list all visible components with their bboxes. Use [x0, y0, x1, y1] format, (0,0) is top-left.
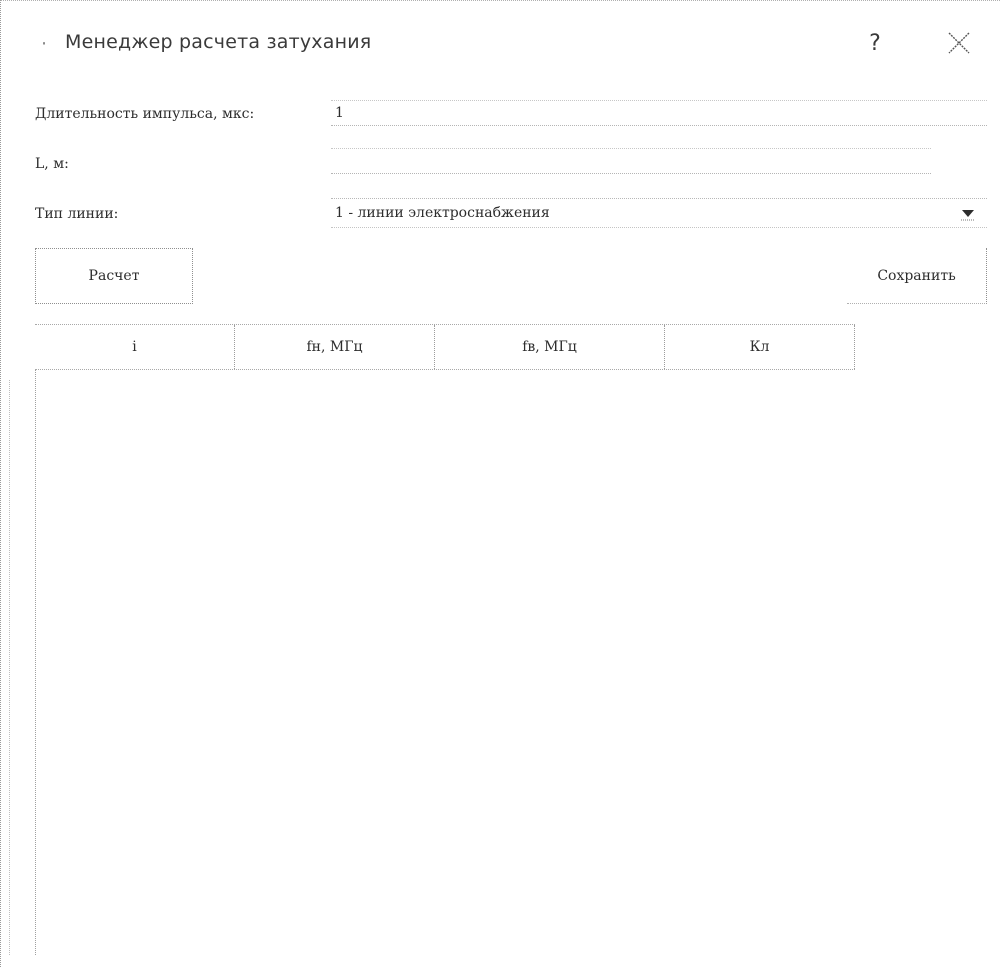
title-bar: · Менеджер расчета затухания ?	[1, 0, 1001, 91]
length-input[interactable]	[331, 148, 931, 174]
column-header-kl[interactable]: Кл	[665, 325, 855, 369]
calculate-button[interactable]: Расчет	[35, 248, 193, 304]
length-label: L, м:	[35, 156, 69, 172]
chevron-down-icon	[961, 210, 975, 221]
app-icon: ·	[41, 33, 48, 55]
help-button[interactable]: ?	[857, 25, 893, 61]
column-header-f-high[interactable]: fв, МГц	[435, 325, 665, 369]
results-table-header: i fн, МГц fв, МГц Кл	[35, 324, 855, 370]
column-header-f-low[interactable]: fн, МГц	[235, 325, 435, 369]
results-table-body[interactable]	[35, 370, 987, 955]
attenuation-manager-dialog: · Менеджер расчета затухания ? Длительно…	[0, 0, 1001, 967]
column-header-index[interactable]: i	[35, 325, 235, 369]
line-type-selected-value: 1 - линии электроснабжения	[335, 205, 550, 221]
save-button[interactable]: Сохранить	[847, 248, 987, 304]
window-left-edge	[9, 380, 11, 955]
pulse-duration-label: Длительность импульса, мкс:	[35, 106, 255, 122]
line-type-label: Тип линии:	[35, 206, 119, 222]
line-type-select[interactable]: 1 - линии электроснабжения	[331, 198, 987, 228]
pulse-duration-input[interactable]	[331, 100, 987, 126]
close-button[interactable]	[939, 23, 979, 63]
window-title: Менеджер расчета затухания	[65, 31, 372, 53]
close-icon	[948, 32, 970, 54]
